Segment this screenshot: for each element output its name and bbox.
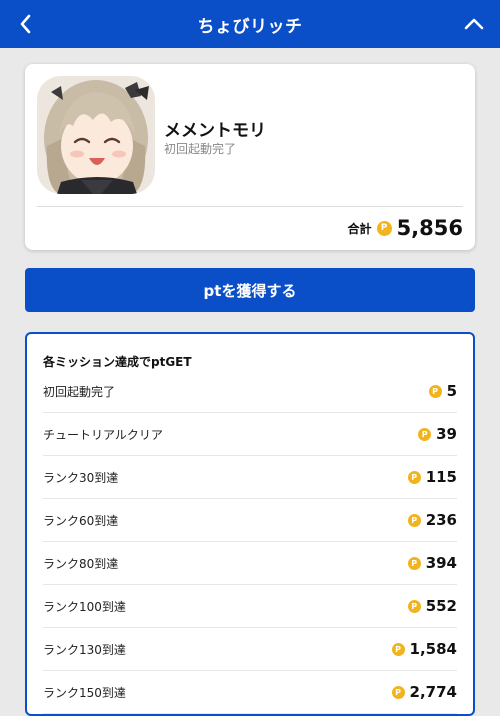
point-coin-icon: P [407,513,421,527]
mission-points: P 1,584 [391,640,457,658]
total-value: 5,856 [396,216,463,240]
mission-list-title: 各ミッション達成でptGET [43,355,192,369]
mission-row: ランク150到達 P 2,774 [43,671,457,714]
mission-label: ランク100到達 [43,599,126,614]
mission-points: P 552 [407,597,457,615]
back-button[interactable] [12,10,40,38]
mission-points: P 236 [407,511,457,529]
point-coin-icon: P [407,599,421,613]
mission-row: ランク30到達 P 115 [43,456,457,499]
point-coin-icon: P [391,642,405,656]
app-header: ちょびリッチ [0,0,500,48]
mission-list-box: 各ミッション達成でptGET 初回起動完了 P 5 チュートリアルクリア P 39 ランク3… [25,332,475,716]
mission-label: ランク150到達 [43,685,126,700]
mission-points: P 2,774 [391,683,457,701]
mission-label: ランク130到達 [43,642,126,657]
point-coin-icon: P [407,556,421,570]
point-coin-icon: P [407,470,421,484]
earn-points-button[interactable]: ptを獲得する [25,268,475,312]
mission-points-value: 115 [425,468,457,486]
app-card: メメントモリ 初回起動完了 合計 P 5,856 [25,64,475,250]
mission-label: ランク60到達 [43,513,119,528]
mission-points: P 39 [418,425,457,443]
mission-label: チュートリアルクリア [43,427,163,442]
mission-points-value: 5 [446,382,457,400]
mission-points-value: 2,774 [409,683,457,701]
app-name: メメントモリ [164,121,266,141]
mission-points-value: 236 [425,511,457,529]
collapse-button[interactable] [460,10,488,38]
mission-row: 初回起動完了 P 5 [43,370,457,413]
point-coin-icon: P [391,685,405,699]
point-coin-icon: P [418,427,432,441]
mission-row: ランク130到達 P 1,584 [43,628,457,671]
mission-label: 初回起動完了 [43,384,116,399]
mission-row: ランク60到達 P 236 [43,499,457,542]
mission-points-value: 394 [425,554,457,572]
divider [37,206,463,207]
header-title: ちょびリッチ [197,16,303,37]
total-label: 合計 [347,221,372,236]
chevron-up-icon [464,18,484,30]
app-status: 初回起動完了 [164,142,237,156]
total-points: 合計 P 5,856 [348,216,463,240]
point-coin-icon: P [376,220,392,236]
mission-label: ランク80到達 [43,556,119,571]
mission-list: 初回起動完了 P 5 チュートリアルクリア P 39 ランク30到達 P 115 ランク60到達 P… [43,370,457,714]
mission-points-value: 39 [436,425,457,443]
mission-row: ランク100到達 P 552 [43,585,457,628]
mission-points-value: 552 [425,597,457,615]
app-icon [37,76,155,194]
chevron-left-icon [20,14,31,34]
mission-row: ランク80到達 P 394 [43,542,457,585]
mission-points: P 394 [407,554,457,572]
mission-label: ランク30到達 [43,470,119,485]
mission-points: P5 [428,382,457,400]
mission-points: P 115 [407,468,457,486]
point-coin-icon: P [428,384,442,398]
mission-row: チュートリアルクリア P 39 [43,413,457,456]
mission-points-value: 1,584 [409,640,457,658]
